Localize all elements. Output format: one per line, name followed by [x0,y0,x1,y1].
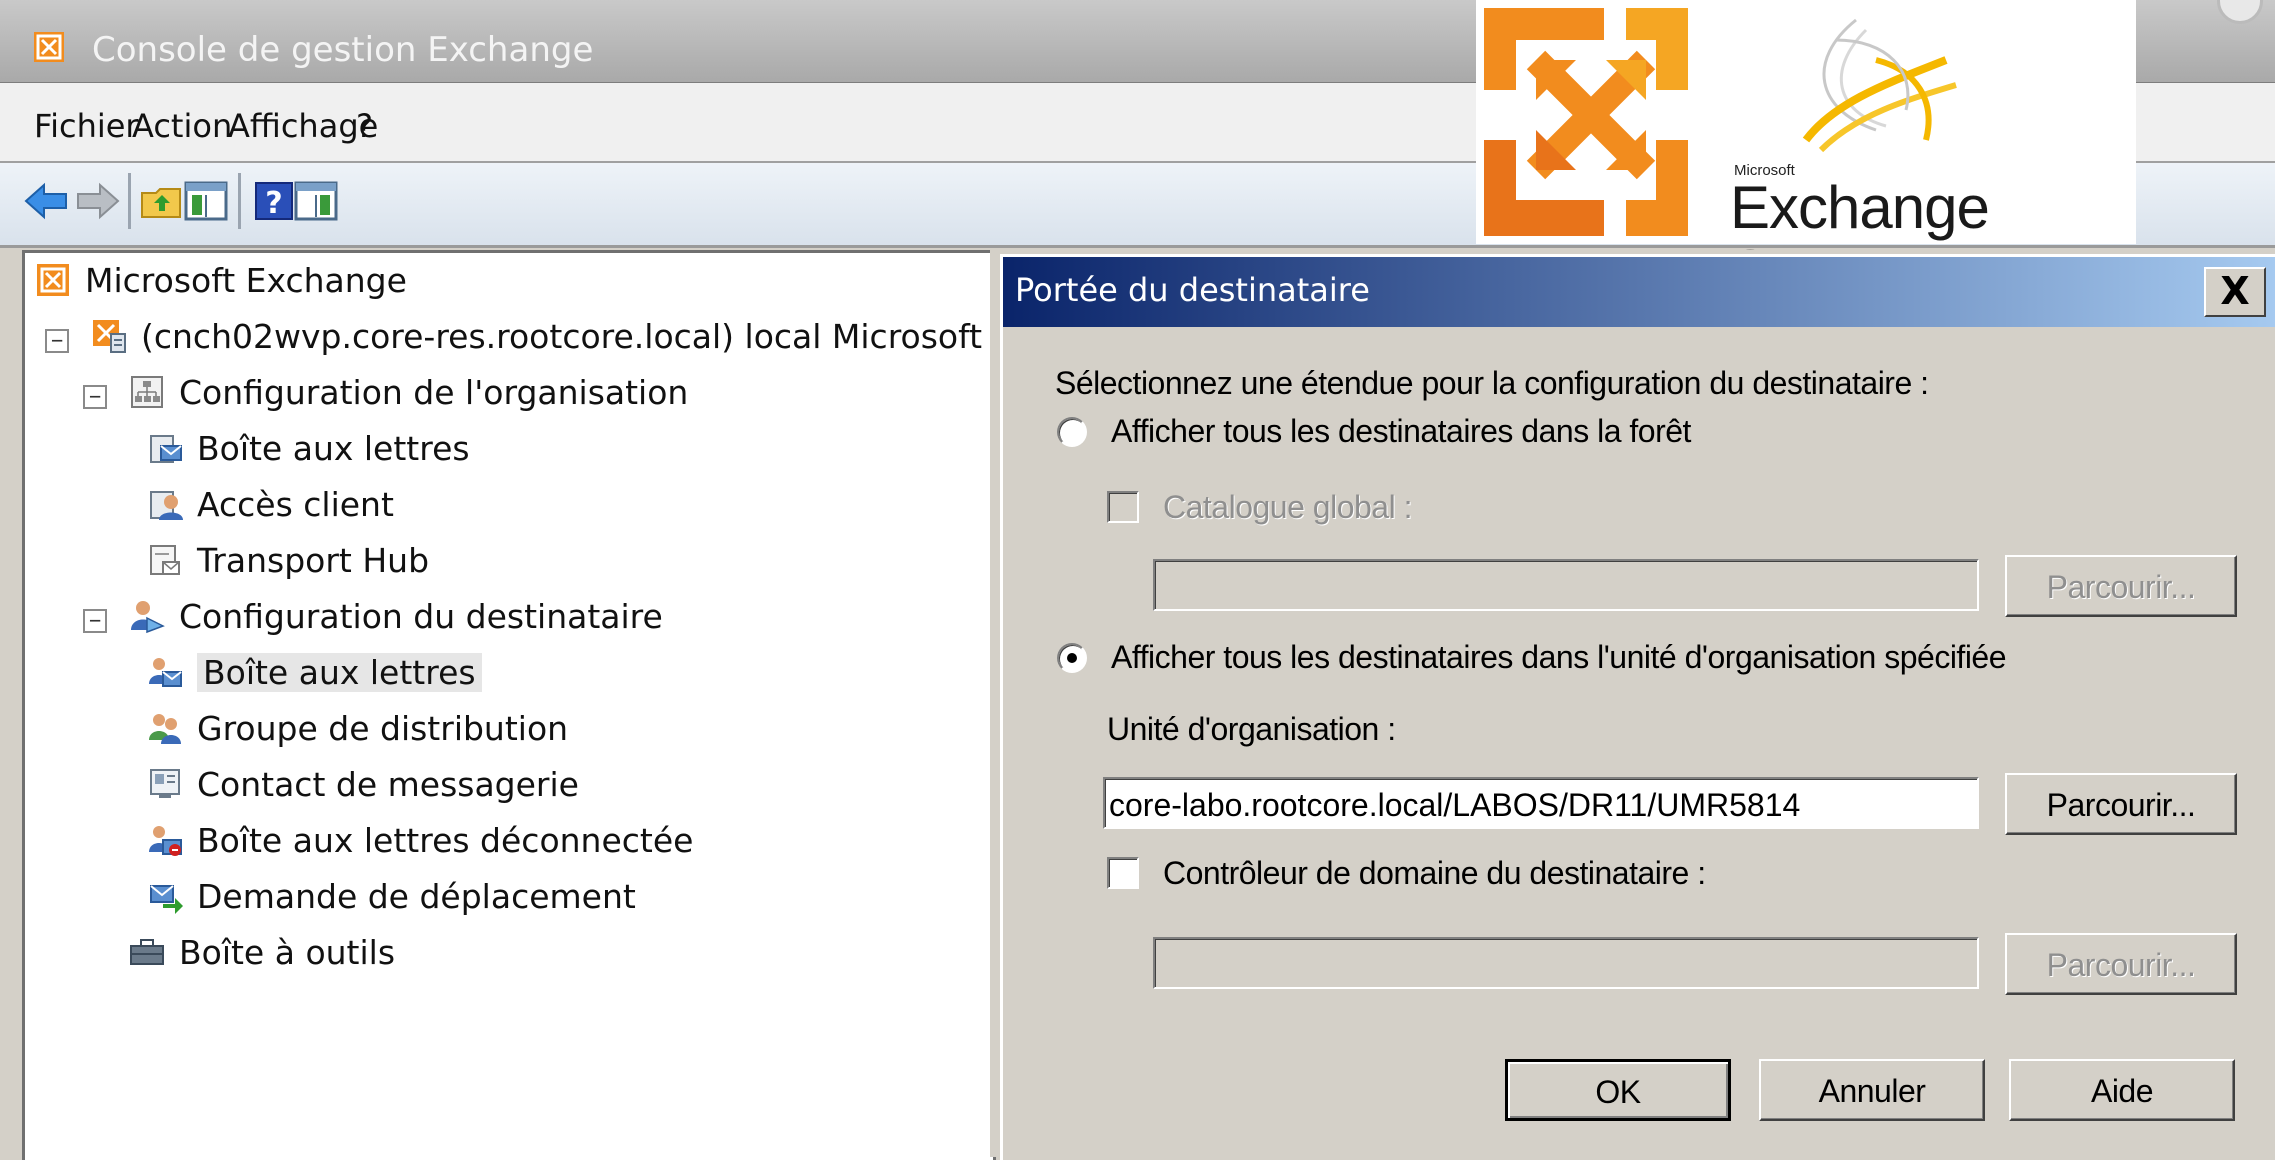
toolbar-separator [238,173,241,229]
tree-node-toolbox[interactable]: Boîte à outils [129,929,395,977]
tree-node-disconnected-mailbox[interactable]: Boîte aux lettres déconnectée [147,817,693,865]
tree-node-client-access[interactable]: Accès client [147,481,394,529]
show-hide-tree-icon[interactable] [182,177,230,225]
transport-hub-icon [150,544,180,575]
forest-scope-label: Afficher tous les destinataires dans la … [1111,413,1691,449]
dialog-close-button[interactable]: X [2204,267,2266,317]
dialog-titlebar: Portée du destinataire X [1003,257,2275,327]
show-hide-action-pane-icon[interactable] [292,177,340,225]
tree-node-microsoft-exchange[interactable]: Microsoft Exchange [35,257,407,305]
domain-controller-label: Contrôleur de domaine du destinataire : [1163,855,1706,891]
window-title: Console de gestion Exchange [92,30,594,70]
global-catalog-checkbox[interactable] [1107,491,1139,523]
distribution-group-icon [149,713,181,744]
forest-scope-radio[interactable] [1057,417,1087,447]
move-request-icon [150,884,183,914]
menu-file[interactable]: Fichier [34,107,139,145]
organization-icon [131,375,163,408]
global-catalog-input[interactable] [1153,559,1979,611]
toolbox-icon [130,938,164,965]
tree-node-recipient-mailbox[interactable]: Boîte aux lettres [147,649,482,697]
domain-controller-input[interactable] [1153,937,1979,989]
client-access-icon [150,490,183,520]
ou-label: Unité d'organisation : [1107,711,1396,747]
ou-scope-radio[interactable] [1057,643,1087,673]
domain-controller-checkbox[interactable] [1107,857,1139,889]
help-button[interactable]: Aide [2009,1059,2235,1121]
window-corner-ornament [2217,0,2263,24]
help-icon[interactable]: ? [250,177,298,225]
collapse-org-config-toggle[interactable]: − [83,385,107,409]
console-tree: Microsoft Exchange − (cnch02wvp.core-res… [22,250,996,1160]
cancel-button[interactable]: Annuler [1759,1059,1985,1121]
tree-node-server[interactable]: (cnch02wvp.core-res.rootcore.local) loca… [91,313,982,361]
back-arrow-icon[interactable] [22,177,70,225]
dialog-title: Portée du destinataire [1015,271,1370,309]
collapse-recipient-config-toggle[interactable]: − [83,609,107,633]
tree-node-transport-hub[interactable]: Transport Hub [147,537,429,585]
global-catalog-browse-button[interactable]: Parcourir... [2005,555,2237,617]
domain-controller-browse-button[interactable]: Parcourir... [2005,933,2237,995]
dialog-body: Sélectionnez une étendue pour la configu… [1003,327,2275,1160]
tree-node-org-mailbox[interactable]: Boîte aux lettres [147,425,470,473]
global-catalog-label: Catalogue global : [1163,489,1412,525]
disconnected-mailbox-icon [149,825,182,856]
up-folder-icon[interactable] [138,177,186,225]
tree-node-mail-contact[interactable]: Contact de messagerie [147,761,579,809]
ok-button[interactable]: OK [1505,1059,1731,1121]
forward-arrow-icon[interactable] [74,177,122,225]
exchange-icon [37,263,69,296]
collapse-server-toggle[interactable]: − [45,329,69,353]
mailbox-users-icon [149,657,182,687]
svg-text:?: ? [265,186,282,221]
ou-browse-button[interactable]: Parcourir... [2005,773,2237,835]
mail-contact-icon [150,768,180,798]
tree-node-distribution-group[interactable]: Groupe de distribution [147,705,568,753]
scope-prompt: Sélectionnez une étendue pour la configu… [1055,365,1929,401]
toolbar-separator [128,173,131,229]
mailbox-server-icon [150,434,182,463]
tree-node-org-config[interactable]: Configuration de l'organisation [129,369,688,417]
exchange-app-icon [34,32,64,62]
ou-input[interactable]: core-labo.rootcore.local/LABOS/DR11/UMR5… [1103,777,1979,829]
recipient-config-icon [131,600,165,633]
exchange-server-logo: Microsoft Exchange Server [1476,0,2136,304]
menu-help[interactable]: ? [356,107,373,145]
tree-node-move-request[interactable]: Demande de déplacement [147,873,636,921]
recipient-scope-dialog: Portée du destinataire X Sélectionnez un… [1000,254,2275,1160]
tree-node-recipient-config[interactable]: Configuration du destinataire [129,593,663,641]
menu-action[interactable]: Action [132,107,232,145]
ou-scope-label: Afficher tous les destinataires dans l'u… [1111,639,2007,675]
exchange-server-icon [93,319,126,353]
